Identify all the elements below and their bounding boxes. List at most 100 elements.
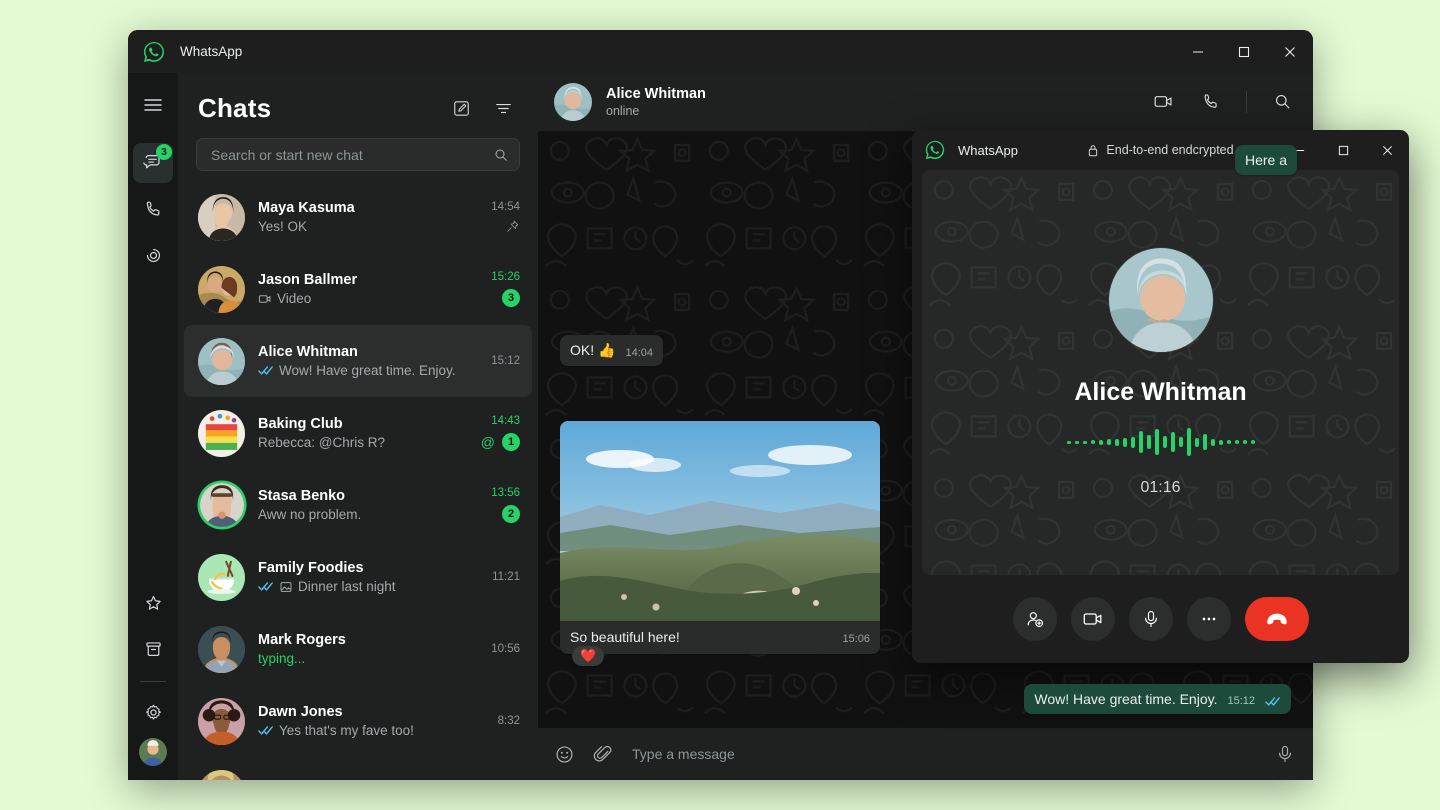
waveform-bar [1147, 435, 1151, 449]
caption-text: So beautiful here! [570, 629, 680, 645]
waveform-bar [1083, 441, 1087, 444]
contact-name: Alice Whitman [606, 86, 706, 102]
call-close-button[interactable] [1365, 130, 1409, 170]
sidebar-item-settings[interactable] [133, 692, 173, 732]
chat-item-meta: 8:32 [498, 715, 520, 727]
filter-chats-button[interactable] [490, 96, 516, 122]
sidebar-item-starred[interactable] [133, 583, 173, 623]
avatar-image [139, 738, 167, 766]
avatar [198, 266, 245, 313]
chat-item-meta: 14:43@1 [481, 415, 520, 451]
archive-icon [143, 639, 164, 660]
voice-message-button[interactable] [1275, 744, 1295, 764]
chat-list-item[interactable]: Family Foodies Dinner last night11:21 [178, 541, 538, 613]
image-caption: So beautiful here!15:06 [560, 621, 880, 654]
sidebar-item-status[interactable] [133, 235, 173, 275]
read-receipt-icon [258, 725, 274, 736]
new-chat-button[interactable] [448, 96, 474, 122]
chat-contact-name: Family Foodies [258, 560, 492, 576]
waveform-bar [1107, 439, 1111, 445]
call-maximize-button[interactable] [1321, 130, 1365, 170]
chat-list-item[interactable]: Stasa BenkoAww no problem.13:562 [178, 469, 538, 541]
magnifier-icon [1273, 92, 1292, 111]
avatar-image [198, 770, 245, 781]
minimize-button[interactable] [1175, 30, 1221, 73]
call-contact-name: Alice Whitman [1074, 378, 1246, 407]
message-bubble-outgoing[interactable]: Wow! Have great time. Enjoy.15:12 [1024, 684, 1291, 714]
chat-timestamp: 14:54 [491, 201, 520, 213]
video-icon [1153, 91, 1174, 112]
search-box[interactable] [196, 138, 520, 171]
pin-icon [505, 219, 520, 234]
chat-timestamp: 11:21 [492, 571, 520, 583]
chat-list-header: Chats [178, 73, 538, 134]
chat-preview-message: Dinner last night [258, 579, 492, 594]
chat-preview-message: typing... [258, 651, 491, 666]
navigation-rail: 3 [128, 73, 178, 780]
message-input[interactable] [632, 746, 1257, 762]
chat-list-item[interactable]: Dawn JonesYes that's my fave too!8:32 [178, 685, 538, 757]
read-receipt-icon [258, 581, 274, 592]
chat-item-meta: 10:56 [491, 643, 520, 655]
chat-list[interactable]: Maya KasumaYes! OK14:54Jason BallmerVide… [178, 181, 538, 780]
magnifier-icon [493, 147, 509, 163]
waveform-bar [1075, 441, 1079, 444]
message-reaction[interactable]: ❤️ [572, 646, 604, 666]
attach-button[interactable] [593, 744, 614, 765]
message-bubble-image[interactable]: So beautiful here!15:06 [560, 421, 880, 654]
chat-item-text: Mark Rogerstyping... [258, 632, 491, 666]
chat-list-item[interactable]: Alice WhitmanWow! Have great time. Enjoy… [184, 325, 532, 397]
avatar-image [1109, 248, 1213, 352]
message-timestamp: 14:04 [625, 347, 653, 359]
chat-item-meta: 14:54 [491, 201, 520, 234]
menu-button[interactable] [133, 85, 173, 125]
avatar [198, 698, 245, 745]
call-duration: 01:16 [1140, 479, 1180, 497]
close-button[interactable] [1267, 30, 1313, 73]
waveform-bar [1235, 440, 1239, 444]
read-receipt-icon [258, 365, 274, 376]
message-bubble-outgoing[interactable]: Here a [1235, 145, 1297, 175]
chat-list-item[interactable]: Maya KasumaYes! OK14:54 [178, 181, 538, 253]
sidebar-item-archived[interactable] [133, 629, 173, 669]
call-info: Alice Whitman 01:16 [1067, 248, 1255, 497]
voice-call-button[interactable] [1198, 89, 1224, 115]
waveform-bar [1091, 440, 1095, 444]
message-bubble-incoming[interactable]: OK! 👍14:04 [560, 335, 663, 366]
chat-preview-message: Yes! OK [258, 219, 491, 234]
unread-badge: 1 [502, 433, 520, 451]
waveform-bar [1179, 437, 1183, 447]
contact-avatar[interactable] [554, 83, 592, 121]
preview-text: typing... [258, 651, 305, 666]
maximize-button[interactable] [1221, 30, 1267, 73]
video-call-button[interactable] [1150, 89, 1176, 115]
chat-list-pane: Chats [178, 73, 538, 780]
profile-avatar[interactable] [139, 738, 167, 766]
chat-list-item[interactable]: Mark Rogerstyping...10:56 [178, 613, 538, 685]
chat-list-item[interactable]: Ziggy Woodley8:12 [178, 757, 538, 780]
chat-contact-name: Stasa Benko [258, 488, 491, 504]
sidebar-item-calls[interactable] [133, 189, 173, 229]
avatar [200, 483, 244, 527]
waveform-bar [1067, 441, 1071, 444]
chat-list-item[interactable]: Jason BallmerVideo15:263 [178, 253, 538, 325]
search-chat-button[interactable] [1269, 89, 1295, 115]
avatar-image [198, 698, 245, 745]
chat-indicators: 3 [502, 289, 520, 307]
waveform-bar [1243, 440, 1247, 444]
preview-text: Yes! OK [258, 219, 307, 234]
video-icon [258, 292, 272, 306]
chat-item-meta: 11:21 [492, 571, 520, 583]
search-input[interactable] [211, 147, 493, 163]
read-receipt-icon [1265, 696, 1281, 707]
sidebar-item-chats[interactable]: 3 [133, 143, 173, 183]
avatar-image [198, 266, 245, 313]
gear-icon [143, 702, 164, 723]
waveform-bar [1139, 431, 1143, 453]
audio-waveform [1067, 427, 1255, 457]
emoji-button[interactable] [554, 744, 575, 765]
close-icon [1284, 46, 1296, 58]
preview-text: Rebecca: @Chris R? [258, 435, 385, 450]
chat-contact-name: Dawn Jones [258, 704, 498, 720]
chat-list-item[interactable]: Baking ClubRebecca: @Chris R?14:43@1 [178, 397, 538, 469]
